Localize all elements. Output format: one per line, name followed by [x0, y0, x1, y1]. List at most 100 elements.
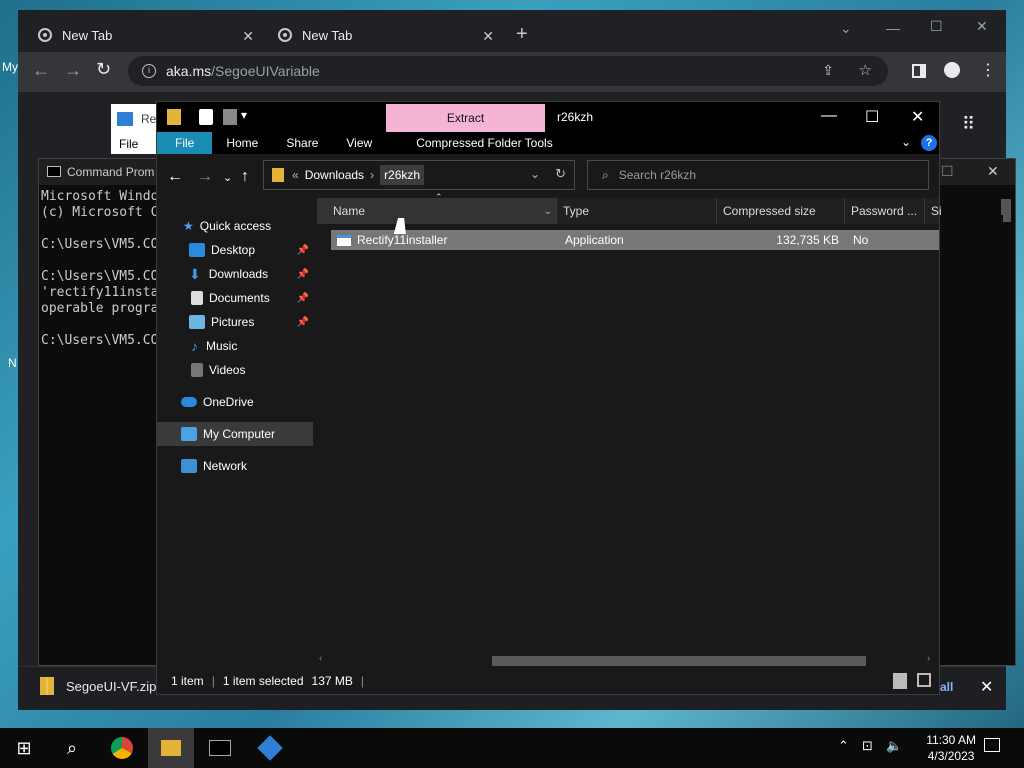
table-row[interactable]: Rectify11installer Application 132,735 K… — [331, 230, 939, 250]
star-icon[interactable]: ☆ — [859, 61, 872, 79]
column-header-compressed-size[interactable]: Compressed size — [717, 198, 845, 224]
forward-arrow-icon[interactable]: → — [64, 60, 82, 81]
sidebar-item-music[interactable]: ♪ Music — [157, 334, 313, 358]
horizontal-scrollbar[interactable]: ‹ › — [317, 652, 939, 668]
large-icons-view-icon[interactable] — [917, 673, 931, 687]
column-header-password[interactable]: Password ... — [845, 198, 925, 224]
back-arrow-icon[interactable]: ← — [32, 60, 50, 81]
properties-icon[interactable] — [199, 109, 213, 125]
back-arrow-icon[interactable]: ← — [167, 168, 183, 186]
close-icon[interactable]: ✕ — [911, 107, 924, 127]
extract-contextual-tab[interactable]: Extract — [386, 104, 545, 132]
apps-grid-icon[interactable]: ⠿ — [962, 114, 975, 135]
chevron-down-icon[interactable]: ⌄ — [840, 20, 852, 37]
chevron-down-icon[interactable]: ⌄ — [544, 206, 552, 217]
tab-compressed-folder-tools[interactable]: Compressed Folder Tools — [402, 132, 567, 154]
column-header-type[interactable]: Type — [557, 198, 717, 224]
tab-title: New Tab — [302, 27, 353, 43]
notifications-icon[interactable] — [984, 738, 1000, 752]
sidebar-item-documents[interactable]: Documents 📌 — [157, 286, 313, 310]
sidebar-item-onedrive[interactable]: OneDrive — [157, 390, 313, 414]
wordpad-file-tab[interactable]: File — [119, 137, 138, 151]
sidebar-item-quick-access[interactable]: ★ Quick access — [157, 214, 313, 238]
pin-icon[interactable]: 📌 — [297, 269, 309, 280]
chevron-down-icon[interactable]: ⌄ — [901, 135, 911, 149]
vertical-scrollbar[interactable] — [1000, 200, 1014, 660]
start-windows-icon[interactable]: ⊞ — [12, 736, 36, 760]
forward-arrow-icon[interactable]: → — [197, 168, 213, 186]
breadcrumb-overflow[interactable]: « — [292, 168, 299, 182]
file-explorer-taskbar-icon[interactable] — [148, 728, 194, 768]
close-tab-icon[interactable]: ✕ — [242, 28, 254, 45]
search-icon[interactable]: ⌕ — [60, 736, 84, 760]
up-arrow-icon[interactable]: ↑ — [241, 168, 249, 186]
column-label: Name — [333, 204, 366, 218]
tab-title: New Tab — [62, 27, 113, 43]
sidebar-item-downloads[interactable]: ⬇ Downloads 📌 — [157, 262, 313, 286]
search-input[interactable]: ⌕ Search r26kzh — [587, 160, 929, 190]
cmd-taskbar-icon[interactable] — [208, 736, 232, 760]
application-icon — [337, 234, 351, 246]
pin-icon[interactable]: 📌 — [297, 317, 309, 328]
sidebar-item-my-computer[interactable]: My Computer — [157, 422, 313, 446]
maximize-icon[interactable]: ☐ — [930, 18, 943, 35]
sidebar-item-desktop[interactable]: Desktop 📌 — [157, 238, 313, 262]
volume-icon[interactable]: 🔈 — [886, 738, 902, 754]
chrome-tab-strip: New Tab ✕ New Tab ✕ + ⌄ — ☐ ✕ — [18, 10, 1006, 52]
maximize-icon[interactable]: ☐ — [941, 163, 954, 180]
installer-taskbar-icon[interactable] — [257, 735, 283, 761]
menu-dots-icon[interactable]: ⋮ — [980, 60, 996, 80]
column-header-name[interactable]: Name ⌃ ⌄ — [317, 192, 557, 224]
new-tab-button[interactable]: + — [516, 23, 528, 46]
status-item-count: 1 item — [171, 674, 204, 688]
ribbon-tabs: File Home Share View Compressed Folder T… — [157, 132, 939, 154]
details-view-icon[interactable] — [893, 673, 907, 689]
sidebar-item-pictures[interactable]: Pictures 📌 — [157, 310, 313, 334]
pin-icon[interactable]: 📌 — [297, 293, 309, 304]
recent-locations-icon[interactable]: ⌄ — [223, 171, 232, 184]
sidebar-item-videos[interactable]: Videos — [157, 358, 313, 382]
close-icon[interactable]: ✕ — [987, 163, 999, 180]
tab-share[interactable]: Share — [272, 132, 332, 154]
chevron-down-icon[interactable]: ⌄ — [530, 167, 540, 181]
pin-icon[interactable]: 📌 — [297, 245, 309, 256]
side-panel-icon[interactable] — [912, 64, 926, 78]
chrome-taskbar-icon[interactable] — [110, 736, 134, 760]
tab-file[interactable]: File — [157, 132, 213, 154]
tab-view[interactable]: View — [332, 132, 386, 154]
file-password: No — [853, 233, 869, 247]
refresh-icon[interactable]: ↻ — [555, 166, 566, 182]
browser-tab[interactable]: New Tab ✕ — [18, 18, 268, 52]
close-tab-icon[interactable]: ✕ — [482, 28, 494, 45]
chrome-icon — [38, 28, 52, 42]
minimize-icon[interactable]: — — [821, 107, 837, 125]
breadcrumb-downloads[interactable]: Downloads — [305, 168, 364, 182]
minimize-icon[interactable]: — — [886, 20, 900, 36]
breadcrumb-current[interactable]: r26kzh — [380, 165, 425, 185]
omnibox[interactable]: i aka.ms/SegoeUIVariable ⇪ ☆ — [128, 56, 888, 86]
reload-icon[interactable]: ↻ — [96, 59, 111, 80]
scroll-left-icon[interactable]: ‹ — [319, 653, 322, 664]
sidebar-item-network[interactable]: Network — [157, 454, 313, 478]
scroll-right-icon[interactable]: › — [927, 653, 930, 664]
close-icon[interactable]: ✕ — [976, 18, 988, 35]
customize-toolbar-icon[interactable]: ▾ — [241, 108, 247, 122]
info-icon[interactable]: i — [142, 64, 156, 78]
share-icon[interactable]: ⇪ — [822, 62, 834, 79]
column-header-size[interactable]: Si — [925, 198, 942, 224]
new-folder-icon[interactable] — [223, 109, 237, 125]
help-icon[interactable]: ? — [921, 135, 937, 151]
network-icon[interactable]: ⊡ — [862, 738, 873, 754]
maximize-icon[interactable]: ☐ — [865, 107, 879, 127]
scrollbar-thumb[interactable] — [492, 656, 866, 666]
close-icon[interactable]: ✕ — [980, 677, 993, 697]
show-all-link[interactable]: all — [940, 680, 953, 694]
chevron-up-icon[interactable]: ⌃ — [838, 738, 849, 754]
tab-home[interactable]: Home — [212, 132, 272, 154]
address-bar[interactable]: « Downloads › r26kzh ⌄ ↻ — [263, 160, 575, 190]
browser-tab[interactable]: New Tab ✕ — [258, 18, 508, 52]
clock[interactable]: 11:30 AM 4/3/2023 — [926, 732, 976, 764]
profile-icon[interactable] — [944, 62, 960, 78]
scrollbar-thumb[interactable] — [1003, 204, 1011, 222]
download-item[interactable]: SegoeUI-VF.zip — [40, 677, 156, 695]
